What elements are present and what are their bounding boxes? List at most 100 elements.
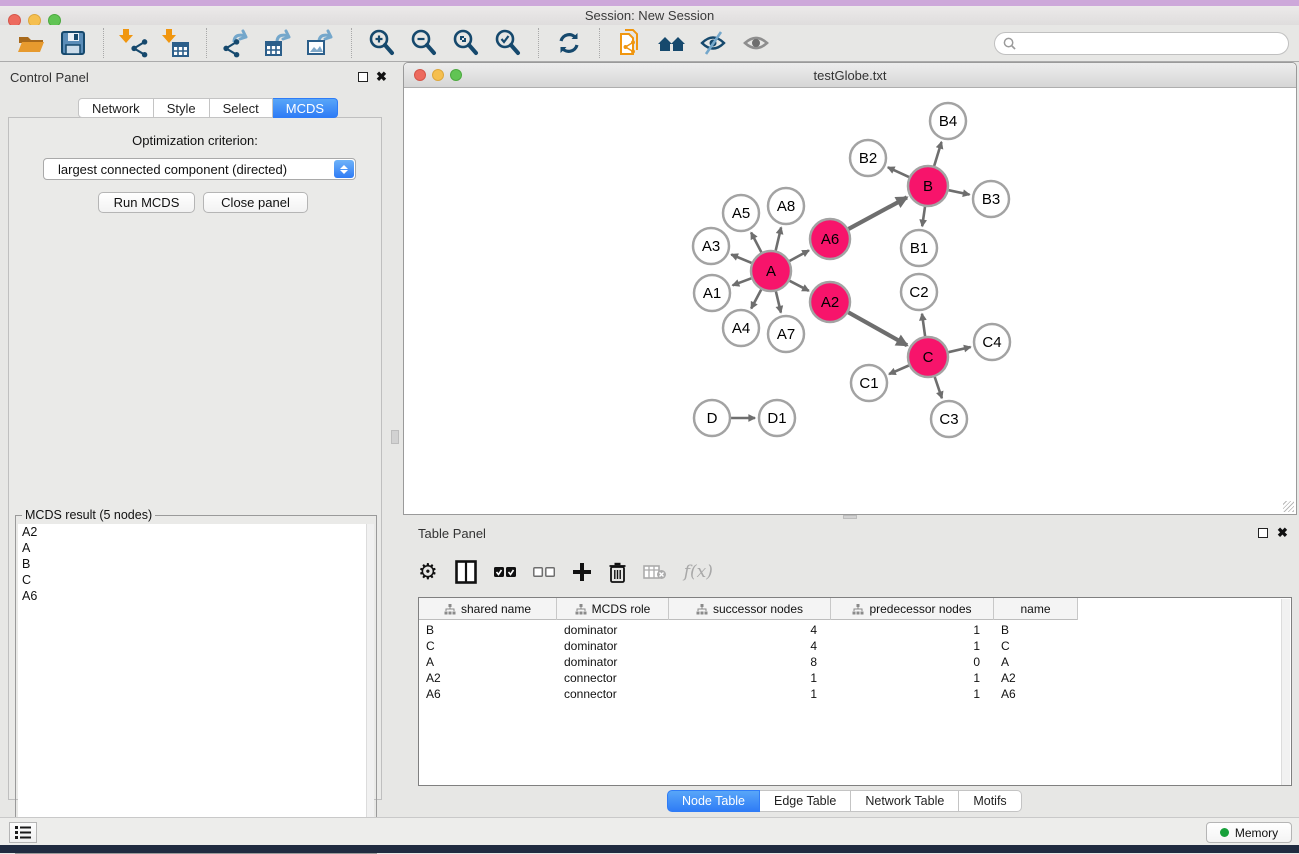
table-cell[interactable]: 1	[831, 622, 994, 638]
table-row[interactable]: Bdominator41B	[419, 622, 1078, 638]
edge-B-B1[interactable]	[922, 207, 925, 226]
table-cell[interactable]: 1	[669, 686, 831, 702]
table-cell[interactable]: 1	[669, 670, 831, 686]
settings-gear-button[interactable]: ⚙	[418, 557, 438, 587]
column-header-successor-nodes[interactable]: successor nodes	[669, 598, 831, 620]
optimization-criterion-select[interactable]: largest connected component (directed)	[43, 158, 356, 180]
edge-B-B3[interactable]	[949, 190, 970, 194]
graph-node-B4[interactable]: B4	[930, 103, 966, 139]
graph-node-B3[interactable]: B3	[973, 181, 1009, 217]
edge-C-C1[interactable]	[889, 366, 909, 375]
table-row[interactable]: A2connector11A2	[419, 670, 1078, 686]
table-cell[interactable]: A6	[419, 686, 557, 702]
column-header-name[interactable]: name	[994, 598, 1078, 620]
function-fx-button[interactable]: f(x)	[684, 557, 713, 587]
graph-node-A1[interactable]: A1	[694, 275, 730, 311]
export-table-button[interactable]	[258, 26, 300, 60]
close-panel-icon[interactable]: ✖	[376, 71, 387, 83]
edge-A-A6[interactable]	[790, 250, 809, 261]
edge-A-A8[interactable]	[776, 227, 781, 250]
zoom-selected-button[interactable]	[487, 26, 529, 60]
result-list-item[interactable]: C	[18, 572, 368, 588]
result-list-item[interactable]: A6	[18, 588, 368, 604]
graph-node-C1[interactable]: C1	[851, 365, 887, 401]
graph-node-C3[interactable]: C3	[931, 401, 967, 437]
column-header-predecessor-nodes[interactable]: predecessor nodes	[831, 598, 994, 620]
node-table-scrollbar[interactable]	[1281, 599, 1290, 785]
close-panel-button[interactable]: Close panel	[203, 192, 308, 213]
search-box[interactable]	[994, 32, 1289, 55]
table-row[interactable]: Cdominator41C	[419, 638, 1078, 654]
tab-select[interactable]: Select	[210, 98, 273, 118]
graph-node-A5[interactable]: A5	[723, 195, 759, 231]
zoom-fit-button[interactable]	[445, 26, 487, 60]
table-cell[interactable]: dominator	[557, 654, 669, 670]
edge-A-A5[interactable]	[751, 233, 761, 253]
export-image-button[interactable]	[300, 26, 342, 60]
network-window-titlebar[interactable]: testGlobe.txt	[404, 63, 1296, 88]
zoom-out-button[interactable]	[403, 26, 445, 60]
graph-node-A8[interactable]: A8	[768, 188, 804, 224]
graph-node-A[interactable]: A	[751, 251, 791, 291]
edge-A6-B[interactable]	[849, 197, 907, 229]
tab-network[interactable]: Network	[78, 98, 154, 118]
edge-A2-C[interactable]	[848, 312, 907, 345]
delete-trash-button[interactable]	[609, 557, 626, 587]
table-cell[interactable]: connector	[557, 670, 669, 686]
tab-network-table[interactable]: Network Table	[851, 790, 959, 812]
show-eye-button[interactable]	[735, 26, 777, 60]
tab-edge-table[interactable]: Edge Table	[760, 790, 851, 812]
float-panel-icon[interactable]	[358, 72, 368, 82]
add-column-button[interactable]	[572, 557, 592, 587]
table-row[interactable]: Adominator80A	[419, 654, 1078, 670]
table-row[interactable]: A6connector11A6	[419, 686, 1078, 702]
table-float-icon[interactable]	[1258, 528, 1268, 538]
edge-A-A3[interactable]	[731, 255, 751, 263]
columns-button[interactable]	[455, 557, 477, 587]
graph-node-D[interactable]: D	[694, 400, 730, 436]
graph-node-A2[interactable]: A2	[810, 282, 850, 322]
import-network-button[interactable]	[113, 26, 155, 60]
tab-node-table[interactable]: Node Table	[667, 790, 760, 812]
column-header-shared-name[interactable]: shared name	[419, 598, 557, 620]
select-all-checks-button[interactable]	[494, 557, 516, 587]
run-mcds-button[interactable]: Run MCDS	[98, 192, 195, 213]
column-header-MCDS-role[interactable]: MCDS role	[557, 598, 669, 620]
new-network-file-button[interactable]	[609, 26, 651, 60]
window-resize-grip[interactable]	[1283, 501, 1294, 512]
graph-node-B2[interactable]: B2	[850, 140, 886, 176]
edge-B-B4[interactable]	[934, 142, 941, 166]
tab-style[interactable]: Style	[154, 98, 210, 118]
zoom-in-button[interactable]	[361, 26, 403, 60]
refresh-button[interactable]	[548, 26, 590, 60]
result-list-item[interactable]: A2	[18, 524, 368, 540]
edge-C-C2[interactable]	[922, 314, 925, 336]
table-cell[interactable]: B	[994, 622, 1078, 638]
table-cell[interactable]: 4	[669, 622, 831, 638]
graph-node-A3[interactable]: A3	[693, 228, 729, 264]
graph-node-D1[interactable]: D1	[759, 400, 795, 436]
edge-A-A7[interactable]	[776, 291, 781, 312]
table-cell[interactable]: A	[994, 654, 1078, 670]
table-cell[interactable]: B	[419, 622, 557, 638]
table-cell[interactable]: 8	[669, 654, 831, 670]
table-cell[interactable]: 1	[831, 638, 994, 654]
delete-table-button[interactable]	[643, 557, 667, 587]
memory-button[interactable]: Memory	[1206, 822, 1292, 843]
open-file-button[interactable]	[10, 26, 52, 60]
edge-C-C4[interactable]	[948, 347, 970, 352]
result-list-scrollbar[interactable]	[366, 524, 374, 852]
result-list-item[interactable]: A	[18, 540, 368, 556]
mcds-result-list[interactable]: A2ABCA6	[18, 524, 368, 852]
network-zoom-traffic-light[interactable]	[450, 69, 462, 81]
search-input[interactable]	[1016, 35, 1288, 53]
graph-node-C[interactable]: C	[908, 337, 948, 377]
table-close-icon[interactable]: ✖	[1277, 527, 1288, 539]
import-table-button[interactable]	[155, 26, 197, 60]
edge-A-A2[interactable]	[790, 281, 809, 291]
table-cell[interactable]: A2	[994, 670, 1078, 686]
network-graph[interactable]: B4B2BB3A8A5A6A3B1AA1C2A2A4A7C4CC1C3DD1	[404, 89, 1296, 515]
result-list-item[interactable]: B	[18, 556, 368, 572]
table-cell[interactable]: dominator	[557, 622, 669, 638]
table-cell[interactable]: dominator	[557, 638, 669, 654]
